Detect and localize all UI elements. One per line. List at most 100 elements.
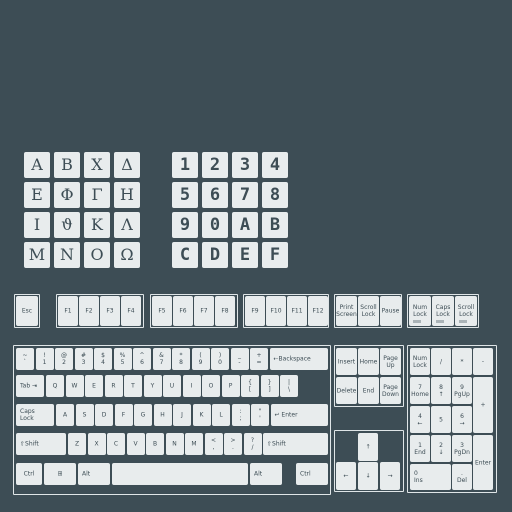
key-f[interactable]: F xyxy=(114,404,133,426)
hex-key-d[interactable]: D xyxy=(202,242,228,268)
enter-key[interactable]: ↵ Enter xyxy=(270,404,328,426)
hex-key-0[interactable]: 0 xyxy=(202,212,228,238)
key-f6[interactable]: F6 xyxy=(173,296,193,326)
hex-key-8[interactable]: 8 xyxy=(262,182,288,208)
key-key[interactable]: > . xyxy=(224,433,242,455)
key-f4[interactable]: F4 xyxy=(121,296,141,326)
greek-key-3[interactable]: Χ xyxy=(84,152,110,178)
key-9[interactable]: ( 9 xyxy=(191,348,210,370)
arrow-right-key[interactable]: → xyxy=(380,462,400,490)
key-p[interactable]: P xyxy=(221,375,240,397)
hex-key-2[interactable]: 2 xyxy=(202,152,228,178)
key-f1[interactable]: F1 xyxy=(58,296,78,326)
key-key[interactable]: < , xyxy=(204,433,223,455)
right-ctrl-key[interactable]: Ctrl xyxy=(296,463,328,485)
key-key[interactable]: | \ xyxy=(280,375,298,397)
greek-key-16[interactable]: Ω xyxy=(114,242,140,268)
left-alt-key[interactable]: Alt xyxy=(78,463,110,485)
hex-key-b[interactable]: B xyxy=(262,212,288,238)
key-l[interactable]: L xyxy=(212,404,230,426)
arrow-up-key[interactable]: ↑ xyxy=(358,433,378,461)
numpad-8[interactable]: 8 ↑ xyxy=(431,377,451,404)
key-scroll-lock[interactable]: Scroll Lock xyxy=(358,296,379,326)
key-key[interactable]: " ' xyxy=(251,404,269,426)
key-q[interactable]: Q xyxy=(46,375,64,397)
key-6[interactable]: ^ 6 xyxy=(133,348,151,370)
key-b[interactable]: B xyxy=(146,433,164,455)
key-v[interactable]: V xyxy=(126,433,145,455)
key-e[interactable]: E xyxy=(85,375,103,397)
greek-key-8[interactable]: Η xyxy=(114,182,140,208)
key-y[interactable]: Y xyxy=(143,375,162,397)
hex-key-a[interactable]: A xyxy=(232,212,258,238)
greek-key-6[interactable]: Φ xyxy=(54,182,80,208)
hex-key-3[interactable]: 3 xyxy=(232,152,258,178)
key-g[interactable]: G xyxy=(134,404,152,426)
key-z[interactable]: Z xyxy=(68,433,86,455)
numpad-key[interactable]: * xyxy=(452,348,472,375)
key-f2[interactable]: F2 xyxy=(79,296,99,326)
windows-key[interactable]: ⊞ xyxy=(44,463,76,485)
key-8[interactable]: * 8 xyxy=(172,348,190,370)
esc-key[interactable]: Esc xyxy=(16,296,38,326)
key-t[interactable]: T xyxy=(124,375,142,397)
key-k[interactable]: K xyxy=(192,404,211,426)
key-x[interactable]: X xyxy=(87,433,106,455)
key-f5[interactable]: F5 xyxy=(152,296,172,326)
arrow-down-key[interactable]: ↓ xyxy=(358,462,378,490)
caps-lock-key[interactable]: Caps Lock xyxy=(16,404,54,426)
greek-key-1[interactable]: Α xyxy=(24,152,50,178)
greek-key-10[interactable]: ϑ xyxy=(54,212,80,238)
numpad-7-home[interactable]: 7 Home xyxy=(410,377,430,404)
key-delete[interactable]: Delete xyxy=(336,377,357,404)
key-c[interactable]: C xyxy=(107,433,125,455)
key-key[interactable]: } ] xyxy=(260,375,279,397)
key-num-lock[interactable]: Num Lock xyxy=(409,296,431,326)
key-r[interactable]: R xyxy=(104,375,123,397)
hex-key-9[interactable]: 9 xyxy=(172,212,198,238)
key-key[interactable]: { [ xyxy=(241,375,259,397)
greek-key-11[interactable]: Κ xyxy=(84,212,110,238)
key-print-screen[interactable]: Print Screen xyxy=(336,296,357,326)
greek-key-7[interactable]: Γ xyxy=(84,182,110,208)
key-pause[interactable]: Pause xyxy=(380,296,401,326)
numpad-num-lock[interactable]: Num Lock xyxy=(410,348,430,375)
left-ctrl-key[interactable]: Ctrl xyxy=(16,463,42,485)
key-7[interactable]: & 7 xyxy=(152,348,171,370)
key-key[interactable]: ~ ` xyxy=(16,348,34,370)
key-d[interactable]: D xyxy=(95,404,113,426)
greek-key-15[interactable]: Ο xyxy=(84,242,110,268)
key-o[interactable]: O xyxy=(202,375,220,397)
hex-key-1[interactable]: 1 xyxy=(172,152,198,178)
numpad-dot-key[interactable]: . Del xyxy=(452,464,472,490)
numpad-4[interactable]: 4 ← xyxy=(410,406,430,433)
key-home[interactable]: Home xyxy=(358,348,379,375)
key-key[interactable]: ? / xyxy=(243,433,262,455)
key-m[interactable]: M xyxy=(185,433,203,455)
hex-key-5[interactable]: 5 xyxy=(172,182,198,208)
key-i[interactable]: I xyxy=(182,375,201,397)
numpad-enter-key[interactable]: Enter xyxy=(473,435,493,490)
greek-key-13[interactable]: Μ xyxy=(24,242,50,268)
key-page-down[interactable]: Page Down xyxy=(380,377,401,404)
backspace-key[interactable]: ⇠Backspace xyxy=(269,348,328,370)
hex-key-4[interactable]: 4 xyxy=(262,152,288,178)
greek-key-12[interactable]: Λ xyxy=(114,212,140,238)
tab-key[interactable]: Tab ⇥ xyxy=(16,375,44,397)
numpad-1-end[interactable]: 1 End xyxy=(410,435,430,462)
key-n[interactable]: N xyxy=(165,433,184,455)
key-insert[interactable]: Insert xyxy=(336,348,357,375)
greek-key-14[interactable]: Ν xyxy=(54,242,80,268)
key-h[interactable]: H xyxy=(153,404,172,426)
greek-key-9[interactable]: Ι xyxy=(24,212,50,238)
key-f12[interactable]: F12 xyxy=(308,296,328,326)
key-key[interactable]: _ - xyxy=(230,348,249,370)
left-shift-key[interactable]: ⇧Shift xyxy=(16,433,66,455)
arrow-left-key[interactable]: ← xyxy=(336,462,356,490)
key-u[interactable]: U xyxy=(163,375,181,397)
key-caps-lock[interactable]: Caps Lock xyxy=(432,296,454,326)
greek-key-2[interactable]: Β xyxy=(54,152,80,178)
hex-key-c[interactable]: C xyxy=(172,242,198,268)
key-f8[interactable]: F8 xyxy=(215,296,235,326)
key-f11[interactable]: F11 xyxy=(287,296,307,326)
